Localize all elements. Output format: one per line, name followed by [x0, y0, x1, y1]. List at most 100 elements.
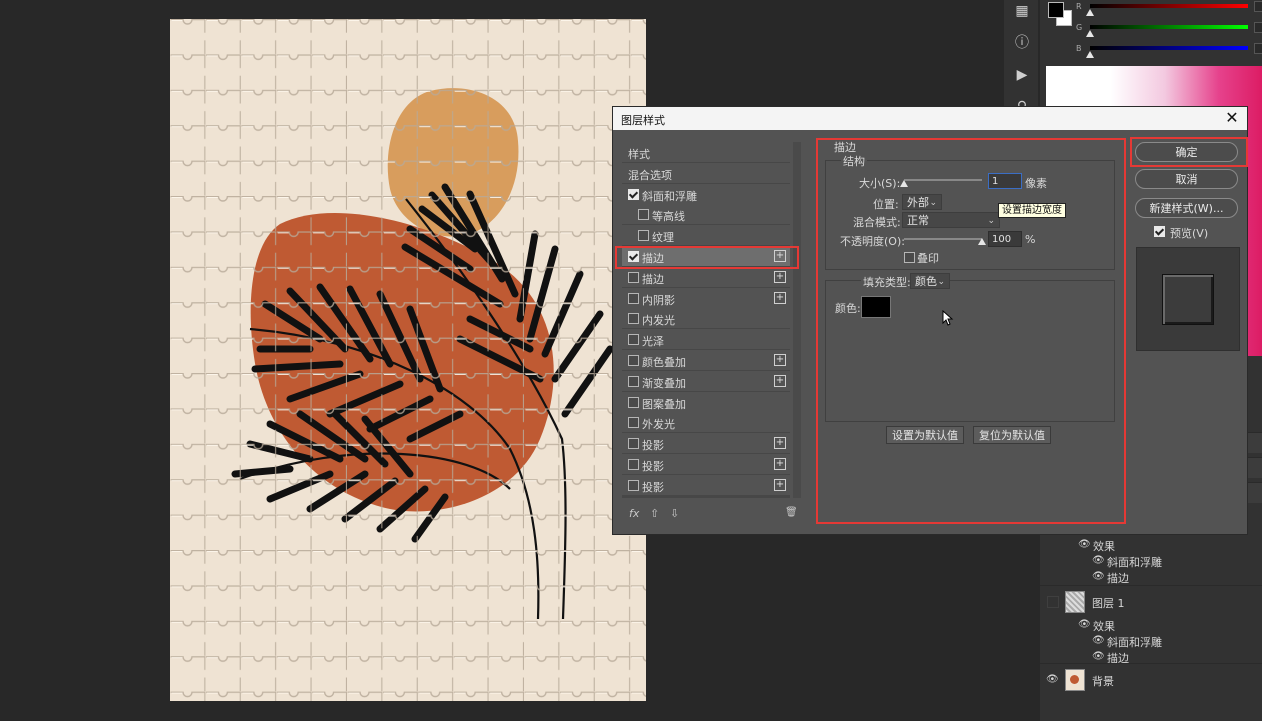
blue-slider[interactable]	[1090, 46, 1248, 50]
style-list-item[interactable]: 等高线	[622, 204, 790, 225]
style-checkbox[interactable]	[628, 292, 639, 304]
panel-collapse-tab[interactable]	[1246, 432, 1262, 453]
move-up-icon[interactable]: ⇧	[650, 507, 659, 520]
style-list-item[interactable]: 投影 +	[622, 474, 790, 495]
style-checkbox[interactable]	[628, 479, 639, 491]
style-list-item[interactable]: 颜色叠加 +	[622, 350, 790, 370]
foreground-color-swatch[interactable]	[1048, 2, 1064, 18]
position-dropdown[interactable]: 外部 ⌄	[902, 194, 942, 210]
add-effect-icon[interactable]: +	[774, 250, 786, 262]
style-checkbox[interactable]	[638, 209, 649, 221]
opacity-slider-track[interactable]	[904, 238, 982, 240]
size-unit: 像素	[1025, 177, 1047, 190]
visibility-toggle[interactable]	[1047, 596, 1059, 608]
style-list-item[interactable]: 描边 +	[622, 246, 790, 266]
style-list-item[interactable]: 纹理	[622, 225, 790, 246]
dialog-title: 图层样式	[621, 114, 665, 127]
panel-collapse-tab[interactable]	[1246, 482, 1262, 503]
add-effect-icon[interactable]: +	[774, 374, 786, 387]
style-checkbox[interactable]	[628, 355, 639, 366]
move-down-icon[interactable]: ⇩	[670, 507, 679, 520]
trash-icon[interactable]: 🗑	[785, 507, 798, 518]
close-icon[interactable]: ✕	[1223, 109, 1241, 127]
style-list-label: 内发光	[642, 314, 675, 328]
style-list-label: 样式	[628, 148, 650, 161]
style-list-label: 光泽	[642, 335, 664, 349]
blue-slider-thumb[interactable]	[1086, 51, 1094, 58]
fx-icon[interactable]: fx	[629, 507, 639, 520]
add-effect-icon[interactable]: +	[774, 458, 786, 470]
stroke-color-swatch[interactable]	[861, 296, 891, 318]
position-value: 外部	[907, 196, 929, 209]
red-slider-thumb[interactable]	[1086, 9, 1094, 16]
style-list-item[interactable]: 投影 +	[622, 454, 790, 474]
style-checkbox[interactable]	[638, 230, 649, 242]
style-checkbox[interactable]	[628, 417, 639, 429]
document-canvas[interactable]	[170, 19, 646, 701]
style-list-scrollbar[interactable]	[793, 142, 801, 498]
play-icon[interactable]: ▶	[1011, 64, 1033, 86]
fill-type-dropdown[interactable]: 颜色 ⌄	[910, 273, 950, 289]
add-effect-icon[interactable]: +	[774, 437, 786, 450]
green-slider-thumb[interactable]	[1086, 30, 1094, 37]
opacity-input[interactable]: 100	[988, 231, 1022, 247]
size-input[interactable]: 1	[988, 173, 1022, 189]
info-icon[interactable]: ⓘ	[1011, 32, 1033, 54]
color-label: 颜色:	[835, 302, 861, 315]
green-value-field[interactable]	[1254, 22, 1262, 33]
style-list-item[interactable]: 投影 +	[622, 433, 790, 454]
new-style-button[interactable]: 新建样式(W)...	[1135, 198, 1238, 218]
add-effect-icon[interactable]: +	[774, 478, 786, 491]
style-list-item[interactable]: 样式	[622, 142, 790, 162]
size-slider-track[interactable]	[904, 179, 982, 181]
blend-mode-dropdown[interactable]: 正常 ⌄	[902, 212, 1000, 228]
ok-button[interactable]: 确定	[1135, 142, 1238, 162]
blue-label: B	[1076, 44, 1082, 53]
cancel-button[interactable]: 取消	[1135, 169, 1238, 189]
add-effect-icon[interactable]: +	[774, 270, 786, 283]
style-list-item[interactable]: 外发光	[622, 412, 790, 433]
red-slider[interactable]	[1090, 4, 1248, 8]
set-default-button[interactable]: 设置为默认值	[886, 426, 964, 444]
histogram-icon[interactable]: ▦	[1011, 0, 1033, 22]
style-list-item[interactable]: 混合选项	[622, 162, 790, 183]
style-checkbox[interactable]	[628, 459, 639, 470]
size-slider-thumb[interactable]	[900, 180, 908, 187]
add-effect-icon[interactable]: +	[774, 354, 786, 366]
overprint-checkbox[interactable]	[904, 252, 915, 263]
tooltip: 设置描边宽度	[998, 203, 1066, 218]
style-list-label: 混合选项	[628, 168, 672, 182]
opacity-slider-thumb[interactable]	[978, 238, 986, 245]
effect-stroke-label: 描边	[1107, 572, 1129, 585]
panel-collapse-tab[interactable]	[1246, 457, 1262, 478]
style-list-label: 等高线	[652, 210, 685, 224]
style-list-item[interactable]: 斜面和浮雕	[622, 183, 790, 204]
layer-thumbnail	[1065, 669, 1085, 691]
red-value-field[interactable]	[1254, 1, 1262, 12]
add-effect-icon[interactable]: +	[774, 291, 786, 304]
blue-value-field[interactable]	[1254, 43, 1262, 54]
style-list-item[interactable]: 光泽	[622, 329, 790, 350]
style-list-item[interactable]: 描边 +	[622, 266, 790, 287]
reset-default-button[interactable]: 复位为默认值	[973, 426, 1051, 444]
style-list-item[interactable]: 内发光	[622, 308, 790, 329]
style-list-item[interactable]: 内阴影 +	[622, 287, 790, 308]
green-slider[interactable]	[1090, 25, 1248, 29]
style-list-item[interactable]: 图案叠加	[622, 391, 790, 412]
style-checkbox[interactable]	[628, 188, 639, 200]
style-checkbox[interactable]	[628, 251, 639, 262]
style-checkbox[interactable]	[628, 438, 639, 450]
dialog-titlebar[interactable]: 图层样式 ✕	[613, 107, 1247, 130]
eye-icon[interactable]: 👁	[1046, 674, 1059, 686]
eye-icon[interactable]: 👁	[1092, 651, 1105, 663]
style-list-item[interactable]: 渐变叠加 +	[622, 370, 790, 391]
layer-row-background[interactable]: 👁 背景	[1040, 663, 1262, 696]
style-checkbox[interactable]	[628, 334, 639, 346]
style-checkbox[interactable]	[628, 313, 639, 325]
chevron-down-icon: ⌄	[929, 198, 937, 208]
eye-icon[interactable]: 👁	[1092, 571, 1105, 583]
style-checkbox[interactable]	[628, 375, 639, 387]
style-checkbox[interactable]	[628, 396, 639, 408]
preview-checkbox[interactable]	[1154, 226, 1165, 237]
style-checkbox[interactable]	[628, 271, 639, 283]
